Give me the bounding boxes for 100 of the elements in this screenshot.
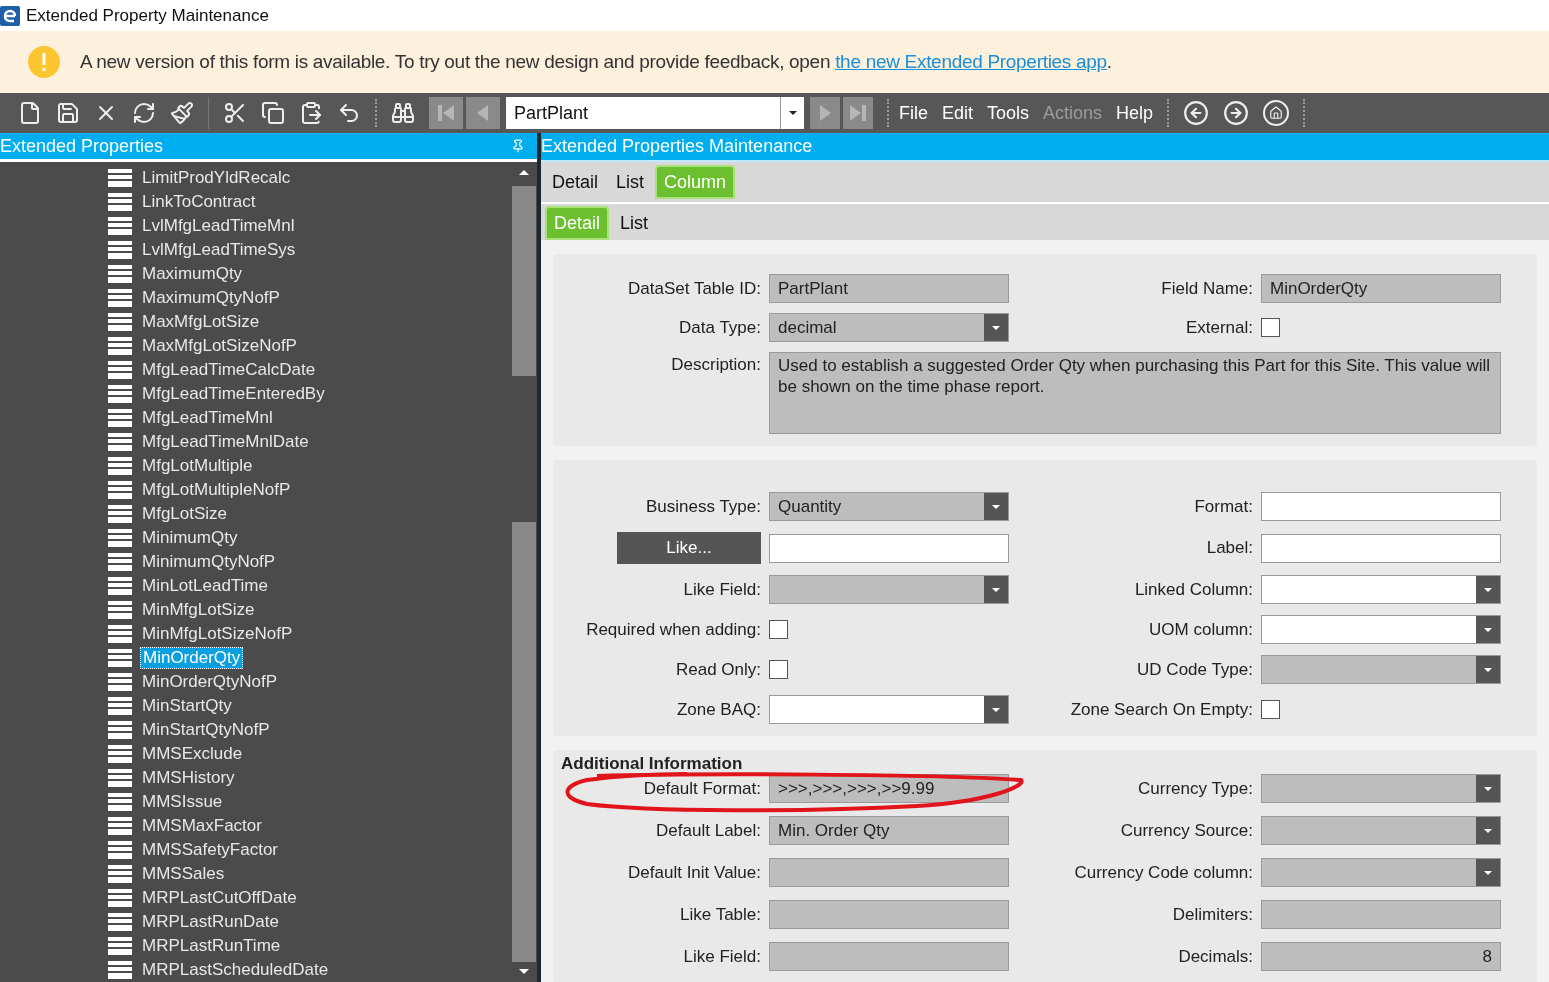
menu-item[interactable]: Edit [942,99,974,127]
table-icon [108,193,132,211]
tree-item[interactable]: MfgLotSize [140,504,230,524]
readonly-field[interactable]: 8 [1261,942,1501,971]
tree-item[interactable]: MinMfgLotSizeNofP [140,624,295,644]
tree-item[interactable]: MfgLeadTimeMnlDate [140,432,311,452]
field-label: Like Table: [680,903,761,926]
readonly-field[interactable] [769,858,1009,887]
tree-item[interactable]: MMSSales [140,864,227,884]
dropdown-arrow-icon[interactable] [787,110,798,116]
tree-item[interactable]: MRPLastRunTime [140,936,283,956]
table-icon [108,553,132,571]
binoculars-icon[interactable] [391,101,415,125]
tree-item[interactable]: MMSExclude [140,744,245,764]
dropdown-field[interactable] [1261,575,1501,604]
table-icon [108,793,132,811]
menu-item[interactable]: File [899,99,928,127]
field-label: Label: [1206,537,1253,560]
tree-item[interactable]: MfgLeadTimeEnteredBy [140,384,327,404]
menu-item[interactable]: Tools [987,99,1030,127]
save-icon[interactable] [56,101,80,125]
home-icon[interactable] [1263,100,1290,126]
tree-item[interactable]: MMSSafetyFactor [140,840,281,860]
pin-icon[interactable] [511,139,525,153]
dropdown-field[interactable] [1261,858,1501,887]
table-icon [108,937,132,955]
field-label: Data Type: [679,316,761,339]
paste-icon[interactable] [299,101,323,125]
dropdown-field[interactable] [769,695,1009,724]
table-icon [108,505,132,523]
tree-item[interactable]: MfgLotMultipleNofP [140,480,293,500]
tree-item[interactable]: LvlMfgLeadTimeSys [140,240,298,260]
scissors-icon[interactable] [223,101,247,125]
field-label: DataSet Table ID: [628,277,761,300]
tree-item[interactable]: LinkToContract [140,192,258,212]
record-dropdown[interactable]: PartPlant [506,97,804,129]
table-icon [108,721,132,739]
tree-item[interactable]: MMSMaxFactor [140,816,264,836]
field-label: Zone BAQ: [676,698,761,721]
dropdown-field[interactable]: decimal [769,313,1009,342]
checkbox[interactable] [1261,318,1280,337]
field-label: Business Type: [646,495,761,518]
tree-item[interactable]: MinimumQtyNofP [140,552,278,572]
checkbox[interactable] [769,660,788,679]
dropdown-field[interactable] [1261,774,1501,803]
tree-item[interactable]: MinStartQty [140,696,234,716]
tree-item[interactable]: MaximumQtyNofP [140,288,282,308]
like-button[interactable]: Like... [617,532,761,564]
field-label: Decimals: [1178,945,1253,968]
tab[interactable]: Detail [545,165,606,199]
tree-item[interactable]: MinStartQtyNofP [140,720,272,740]
tree-item[interactable]: MRPLastRunDate [140,912,281,932]
dropdown-field[interactable] [1261,655,1501,684]
scrollbar-thumb[interactable] [512,186,536,376]
tree-item[interactable]: MMSHistory [140,768,237,788]
readonly-field[interactable] [769,900,1009,929]
readonly-field[interactable] [1261,900,1501,929]
tree-item[interactable]: MMSIssue [140,792,225,812]
tab[interactable]: List [609,165,652,199]
checkbox[interactable] [1261,700,1280,719]
tree-item[interactable]: MinOrderQtyNofP [140,672,280,692]
dropdown-field[interactable] [1261,615,1501,644]
tree-item[interactable]: MfgLeadTimeCalcDate [140,360,318,380]
tab[interactable]: List [613,206,656,240]
input-field[interactable] [1261,533,1501,563]
input-field[interactable] [769,533,1009,563]
dropdown-field[interactable] [1261,816,1501,845]
back-icon[interactable] [1183,100,1210,126]
tree-item[interactable]: LvlMfgLeadTimeMnl [140,216,297,236]
tree-item[interactable]: MinimumQty [140,528,240,548]
menu-item[interactable]: Help [1116,99,1154,127]
field-label: Format: [1194,495,1253,518]
readonly-field[interactable]: MinOrderQty [1261,274,1501,303]
tree-item[interactable]: MfgLeadTimeMnl [140,408,275,428]
file-icon[interactable] [18,101,42,125]
readonly-field[interactable] [769,942,1009,971]
tree-item[interactable]: MaxMfgLotSizeNofP [140,336,299,356]
input-field[interactable] [1261,492,1501,521]
tree-item[interactable]: MinMfgLotSize [140,600,257,620]
brush-icon[interactable] [170,101,194,125]
undo-icon[interactable] [337,101,361,125]
dropdown-field[interactable] [769,575,1009,604]
readonly-field[interactable]: Min. Order Qty [769,816,1009,845]
tree-item[interactable]: MaxMfgLotSize [140,312,262,332]
tree-item[interactable]: MfgLotMultiple [140,456,255,476]
table-icon [108,385,132,403]
checkbox[interactable] [769,620,788,639]
dropdown-field[interactable]: Quantity [769,492,1009,521]
copy-icon[interactable] [261,101,285,125]
forward-icon[interactable] [1223,100,1250,126]
table-icon [108,817,132,835]
readonly-field[interactable]: PartPlant [769,274,1009,303]
refresh-icon[interactable] [132,101,156,125]
tree-item[interactable]: MRPLastScheduledDate [140,960,331,980]
table-icon [108,745,132,763]
tree-item[interactable]: LimitProdYldRecalc [140,168,293,188]
description-field[interactable]: Used to establish a suggested Order Qty when purchasing this Part for this Site. This value will be shown on the time phase report. [769,352,1501,434]
tree-item[interactable]: MRPLastCutOffDate [140,888,299,908]
tree-item[interactable]: MaximumQty [140,264,245,284]
tree-item[interactable]: MinLotLeadTime [140,576,270,596]
